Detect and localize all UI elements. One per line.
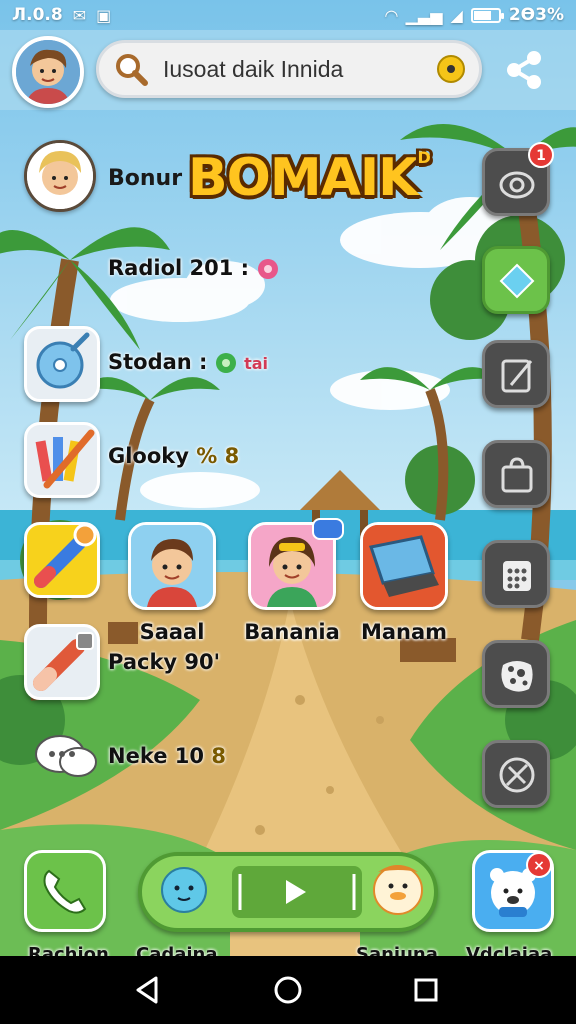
chat-face-icon[interactable] [161, 867, 207, 913]
calendar-icon [503, 561, 531, 591]
stat-stodan: Stodan : tai [108, 350, 269, 374]
crayons-icon [35, 429, 95, 489]
stat-neke: Neke 10 8 [108, 744, 226, 768]
crayon-icon [34, 523, 97, 588]
diamond-button[interactable] [482, 246, 550, 314]
app-saaal[interactable] [128, 522, 216, 610]
battery-percent: 2Ѳ3% [508, 5, 564, 25]
bag-button[interactable] [482, 440, 550, 508]
boy-icon [131, 525, 213, 607]
profile-avatar[interactable] [24, 140, 96, 212]
donut-icon [258, 259, 279, 279]
map-button[interactable] [482, 640, 550, 708]
stat-radiol: Radiol 201 : [108, 256, 280, 281]
map-icon [501, 661, 533, 692]
search-icon[interactable] [113, 51, 149, 87]
system-nav-bar [0, 956, 576, 1024]
message-badge-icon [312, 518, 344, 540]
app-icon: ▣ [96, 5, 112, 25]
diamond-icon [499, 263, 535, 299]
crayon-tile[interactable] [24, 522, 100, 598]
phone-icon [43, 869, 87, 914]
calendar-button[interactable] [482, 540, 550, 608]
notification-badge: 1 [528, 142, 554, 168]
stat-stodan-suffix: tai [244, 354, 269, 373]
search-input[interactable]: Iusoat daik Innida [163, 56, 437, 83]
disc-tile[interactable] [24, 326, 100, 402]
status-time: Л.0.8 [12, 5, 63, 25]
bag-icon [501, 457, 533, 493]
close-badge-icon[interactable]: × [526, 852, 552, 878]
search-bar[interactable]: Iusoat daik Innida [96, 40, 482, 98]
app-manam[interactable] [360, 522, 448, 610]
crayons-tile[interactable] [24, 422, 100, 498]
camera-icon [499, 171, 535, 199]
stat-neke-suffix: 8 [211, 744, 226, 768]
app-manam-label: Manam [360, 620, 448, 644]
tools-icon [499, 757, 535, 793]
user-avatar[interactable] [12, 36, 84, 108]
signal-icon: ◢ [450, 5, 463, 25]
stat-packy: Packy 90' [108, 650, 221, 674]
share-icon[interactable] [500, 46, 548, 94]
app-banania-label: Banania [244, 620, 340, 644]
laptop-icon [363, 525, 445, 607]
phone-button[interactable] [24, 850, 106, 932]
home-icon[interactable] [268, 970, 308, 1010]
stat-glooky-suffix: % 8 [196, 444, 240, 468]
board-icon [501, 359, 533, 393]
green-orb-icon [215, 353, 236, 373]
game-title: BOMAIKD [188, 148, 431, 208]
app-saaal-label: Saaal [139, 620, 205, 644]
battery-icon [470, 7, 504, 23]
board-button[interactable] [482, 340, 550, 408]
disc-icon [36, 332, 90, 389]
profile-name: Bonur [108, 166, 183, 191]
tools-button[interactable] [482, 740, 550, 808]
back-icon[interactable] [128, 970, 168, 1010]
recents-icon[interactable] [406, 970, 446, 1010]
stat-glooky: Glooky % 8 [108, 444, 240, 468]
signal-icon: ▁▃▅ [405, 5, 443, 25]
title-mark: D [417, 148, 430, 167]
duck-icon[interactable] [373, 865, 423, 915]
chat-icon: ✉ [72, 5, 87, 25]
eraser-tile[interactable] [24, 624, 100, 700]
eraser-icon [33, 632, 94, 691]
media-dock-bar[interactable] [138, 852, 438, 932]
location-pin-icon[interactable] [437, 55, 465, 83]
wifi-icon: ◠ [385, 5, 398, 25]
chat-bubble-icon[interactable] [34, 732, 98, 782]
status-bar: Л.0.8 ✉ ▣ ◠ ▁▃▅ ◢ 2Ѳ3% [0, 0, 576, 30]
